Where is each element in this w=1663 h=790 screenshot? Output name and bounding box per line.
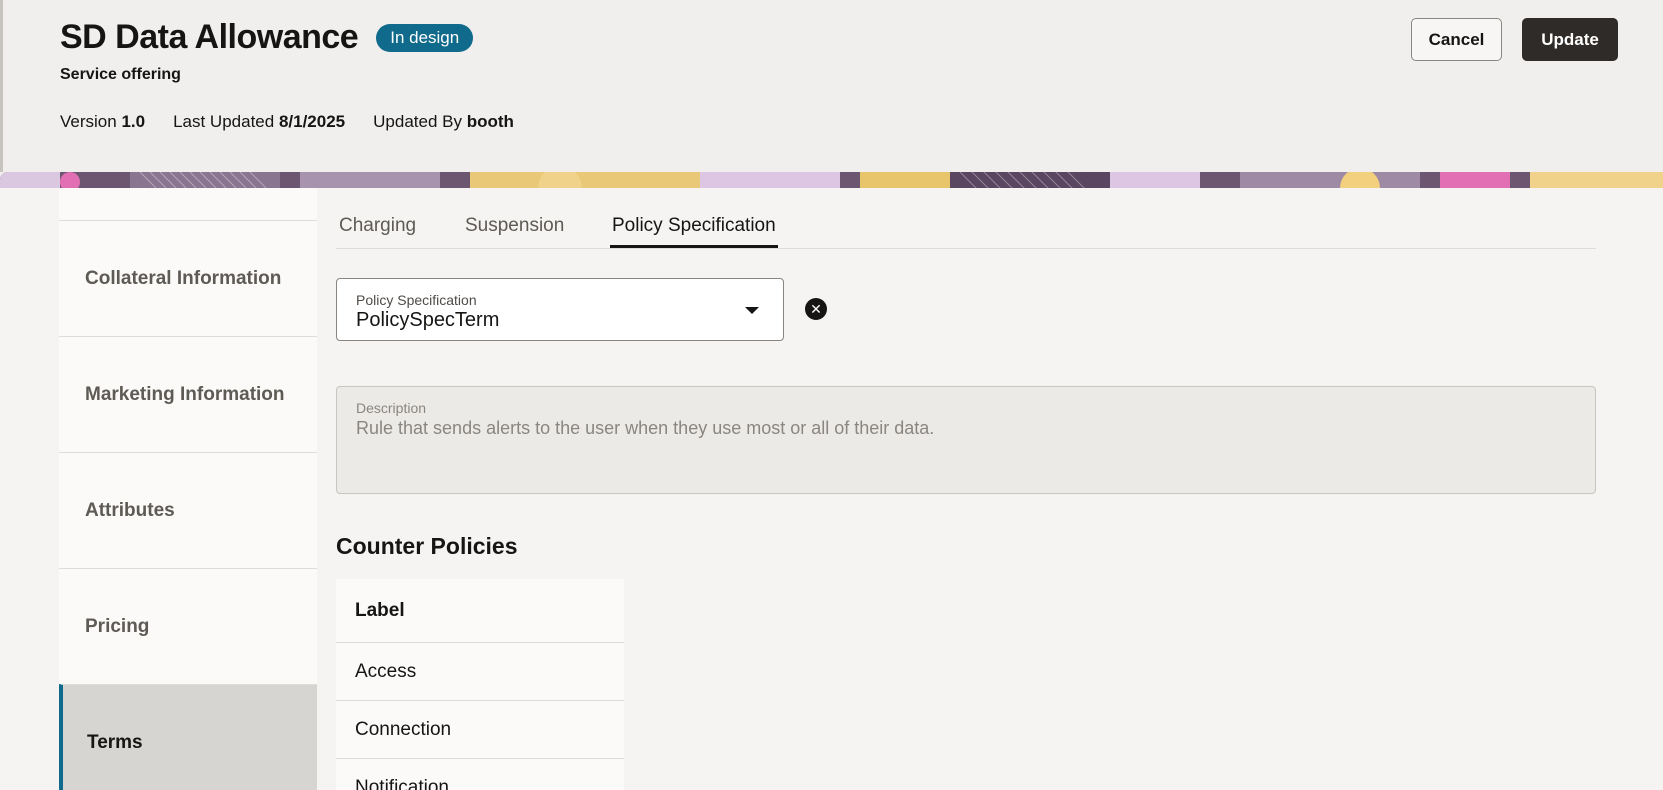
meta-info: Version 1.0 Last Updated 8/1/2025 Update… [60, 112, 514, 132]
tab-bar: Charging Suspension Policy Specification [336, 188, 1596, 249]
chevron-down-icon[interactable] [745, 307, 759, 314]
description-field: Description Rule that sends alerts to th… [336, 386, 1596, 494]
policy-specification-select[interactable]: Policy Specification PolicySpecTerm [336, 278, 784, 341]
table-column-header-label[interactable]: Label [336, 579, 624, 643]
version-label: Version [60, 112, 117, 131]
update-button[interactable]: Update [1522, 18, 1618, 61]
tab-suspension[interactable]: Suspension [465, 215, 564, 245]
section-sidebar: Collateral Information Marketing Informa… [59, 188, 317, 790]
table-row[interactable]: Notification [336, 759, 624, 790]
updated-by-meta: Updated By booth [373, 112, 514, 132]
counter-policies-title: Counter Policies [336, 533, 518, 559]
sidebar-item-marketing-information[interactable]: Marketing Information [59, 336, 317, 452]
sidebar-item-pricing[interactable]: Pricing [59, 568, 317, 684]
updated-by-value: booth [466, 112, 514, 131]
page-subtitle: Service offering [60, 66, 181, 83]
last-updated-meta: Last Updated 8/1/2025 [173, 112, 345, 132]
description-value: Rule that sends alerts to the user when … [356, 418, 935, 438]
last-updated-value: 8/1/2025 [278, 112, 346, 131]
policy-specification-value: PolicySpecTerm [356, 309, 500, 331]
counter-policies-table: Label Access Connection Notification [336, 579, 624, 790]
table-row[interactable]: Connection [336, 701, 624, 759]
description-label: Description [356, 400, 427, 416]
sidebar-item-collateral-information[interactable]: Collateral Information [59, 220, 317, 336]
version-value: 1.0 [121, 112, 146, 131]
tab-charging[interactable]: Charging [339, 215, 416, 245]
last-updated-label: Last Updated [173, 112, 275, 131]
page-header: SD Data Allowance In design Service offe… [0, 0, 1663, 172]
sidebar-item-attributes[interactable]: Attributes [59, 452, 317, 568]
clear-icon[interactable]: ✕ [805, 298, 827, 320]
policy-specification-label: Policy Specification [356, 292, 477, 308]
table-row[interactable]: Access [336, 643, 624, 701]
updated-by-label: Updated By [373, 112, 462, 131]
page-title: SD Data Allowance [60, 18, 359, 56]
title-row: SD Data Allowance In design [60, 18, 474, 57]
status-badge: In design [376, 23, 474, 52]
banner-pattern [0, 172, 1663, 188]
version-meta: Version 1.0 [60, 112, 145, 132]
tab-policy-specification[interactable]: Policy Specification [610, 215, 778, 248]
decorative-banner [0, 172, 1663, 188]
terms-content: Charging Suspension Policy Specification… [336, 188, 1596, 790]
cancel-button[interactable]: Cancel [1411, 18, 1502, 61]
sidebar-item-terms[interactable]: Terms [59, 684, 317, 790]
